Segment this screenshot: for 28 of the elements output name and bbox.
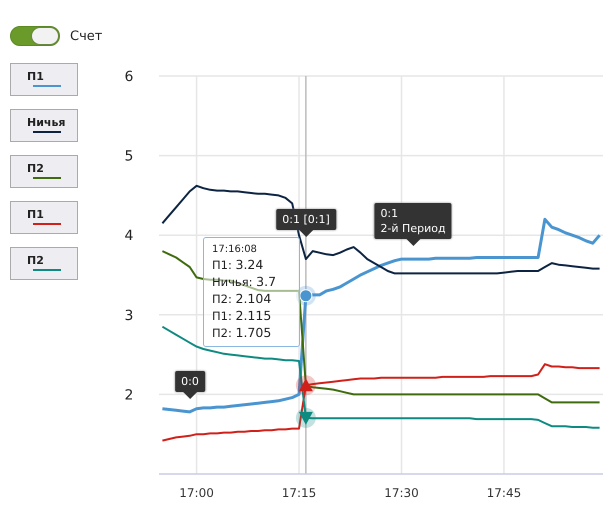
tooltip-value: Ничья: 3.7 [212,274,278,289]
tooltip-value: П1: 3.24 [212,257,264,272]
annotation-text: 0:1 [380,207,400,220]
x-tick-label: 17:45 [486,486,522,500]
annotation-text: 0:1 [0:1] [282,213,330,226]
tooltip-time: 17:16:08 [212,244,258,255]
y-tick-label: 4 [124,228,134,244]
y-tick-label: 2 [124,387,134,404]
point-marker [296,375,316,396]
legend-button[interactable]: П2 [10,247,78,280]
point-marker [296,408,316,428]
annotation-text: 2-й Период [380,222,446,235]
legend-button[interactable]: Ничья [10,109,78,142]
y-tick-label: 3 [124,308,134,324]
tooltip-value: П2: 1.705 [212,325,272,340]
legend-button[interactable]: П1 [10,63,78,96]
y-tick-label: 5 [124,148,134,165]
legend-button[interactable]: П2 [10,155,78,188]
x-tick-label: 17:30 [384,486,419,500]
annotation-text: 0:0 [181,375,199,388]
tooltip-value: П2: 2.104 [212,291,272,306]
toggle-label: Счет [70,28,102,44]
tooltip-value: П1: 2.115 [212,308,272,323]
legend-button[interactable]: П1 [10,201,78,234]
y-tick-label: 6 [124,69,134,85]
x-tick-label: 17:15 [282,486,316,500]
toggle-switch[interactable] [10,26,60,46]
x-tick-label: 17:00 [179,486,214,500]
